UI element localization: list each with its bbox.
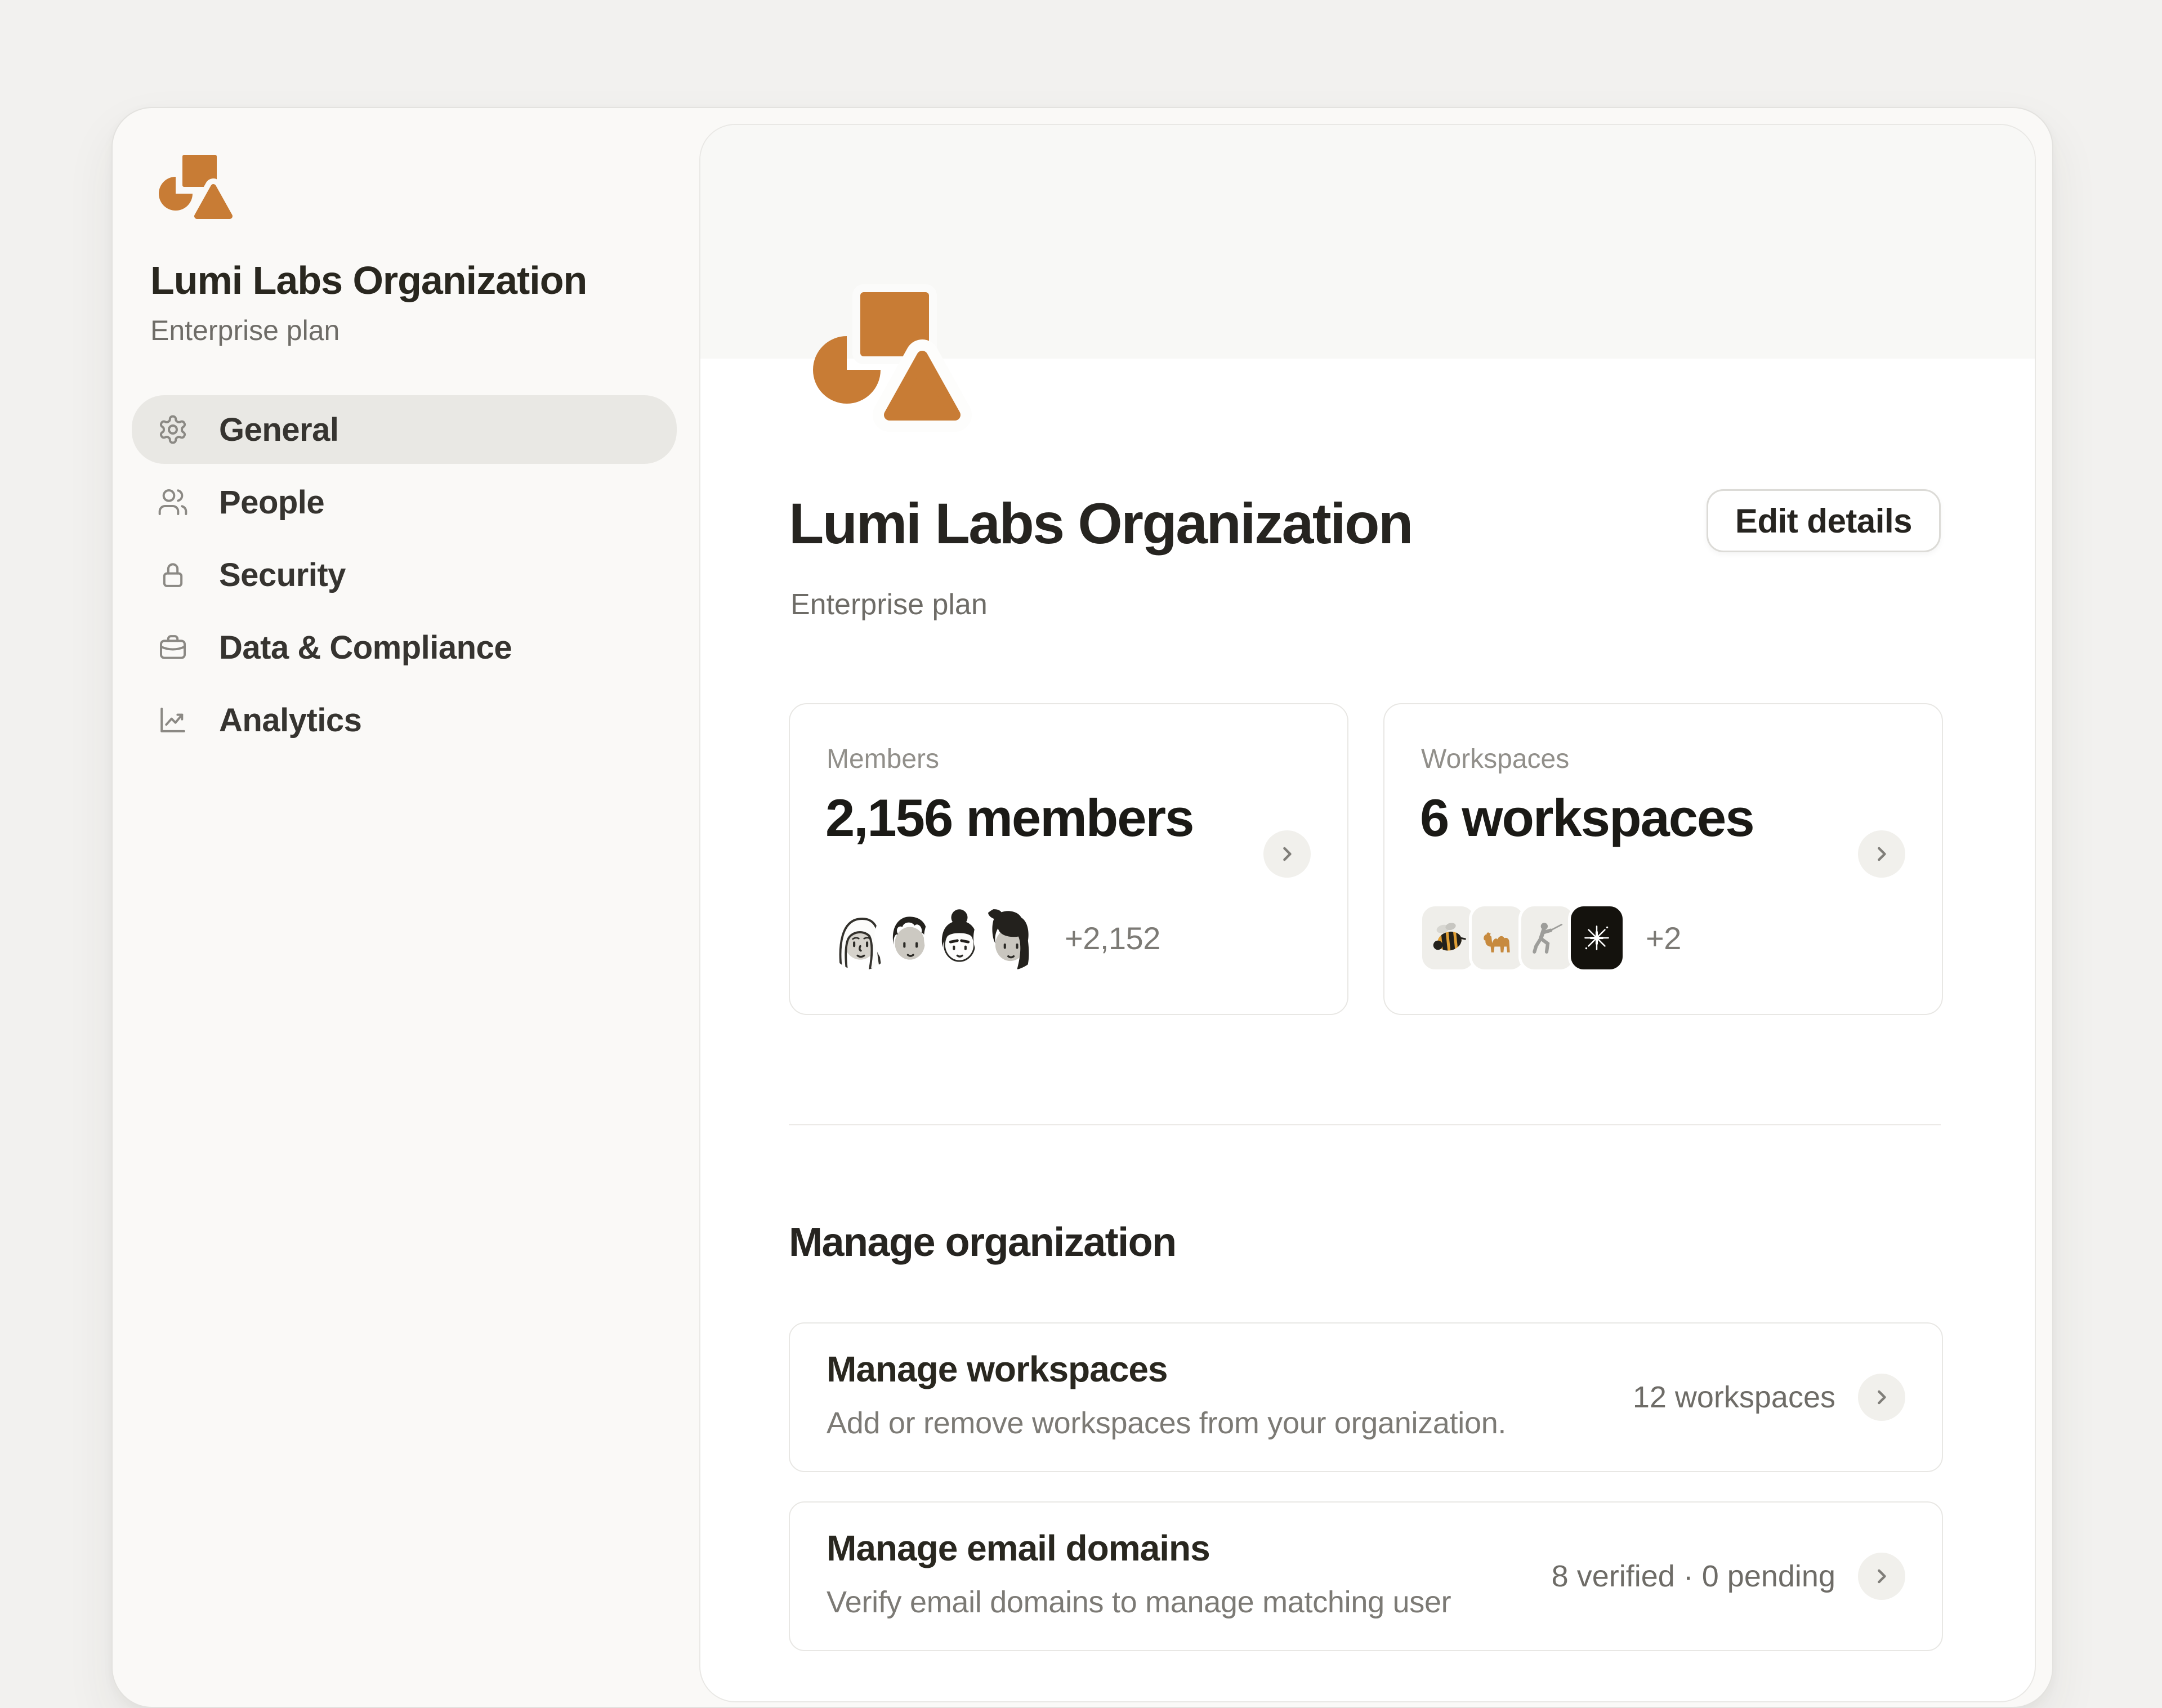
manage-workspaces-row[interactable]: Manage workspaces Add or remove workspac… <box>789 1322 1943 1472</box>
sidebar-item-label: Analytics <box>219 701 361 739</box>
chevron-right-icon <box>1869 1385 1894 1410</box>
section-divider <box>789 1124 1941 1125</box>
workspaces-value: 6 workspaces <box>1420 788 1754 848</box>
workspace-tile <box>1568 904 1625 972</box>
fencer-icon <box>1529 919 1566 956</box>
workspaces-label: Workspaces <box>1421 744 1569 775</box>
page-subtitle: Enterprise plan <box>790 588 988 622</box>
page-title: Lumi Labs Organization <box>789 491 1412 557</box>
members-more-count: +2,152 <box>1065 920 1160 956</box>
org-logo <box>159 155 234 219</box>
sidebar-item-label: Data & Compliance <box>219 629 512 667</box>
sidebar: Lumi Labs Organization Enterprise plan G… <box>113 108 699 1707</box>
members-value: 2,156 members <box>825 788 1193 848</box>
members-chevron-button[interactable] <box>1263 830 1311 878</box>
screen: { "org": { "name": "Lumi Labs Organizati… <box>0 0 2162 1621</box>
gear-icon <box>157 414 189 445</box>
workspace-tile-stack: +2 <box>1419 902 1681 973</box>
chevron-right-icon <box>1869 1564 1894 1589</box>
row-description: Add or remove workspaces from your organ… <box>827 1406 1506 1441</box>
section-heading: Manage organization <box>789 1219 1176 1266</box>
chevron-right-icon <box>1275 842 1299 866</box>
sidebar-item-data-compliance[interactable]: Data & Compliance <box>132 613 677 682</box>
sparkler-icon <box>1578 919 1615 956</box>
sidebar-item-general[interactable]: General <box>132 395 677 464</box>
workspaces-more-count: +2 <box>1646 920 1681 956</box>
workspace-tile <box>1469 904 1526 972</box>
line-chart-icon <box>157 704 189 736</box>
sidebar-item-people[interactable]: People <box>132 468 677 536</box>
manage-email-domains-row[interactable]: Manage email domains Verify email domain… <box>789 1501 1943 1651</box>
sidebar-item-label: People <box>219 484 324 521</box>
sidebar-item-analytics[interactable]: Analytics <box>132 686 677 754</box>
main-panel: Lumi Labs Organization Edit details Ente… <box>699 124 2036 1702</box>
row-meta: 12 workspaces <box>1633 1380 1835 1415</box>
row-title: Manage email domains <box>827 1527 1210 1569</box>
sidebar-item-label: General <box>219 411 339 449</box>
members-card[interactable]: Members 2,156 members <box>789 703 1348 1015</box>
workspace-tile <box>1419 904 1477 972</box>
members-label: Members <box>827 744 939 775</box>
workspaces-chevron-button[interactable] <box>1858 830 1905 878</box>
row-title: Manage workspaces <box>827 1348 1168 1390</box>
sidebar-item-security[interactable]: Security <box>132 540 677 609</box>
sidebar-org-name: Lumi Labs Organization <box>150 258 680 303</box>
manage-email-domains-chevron-button[interactable] <box>1858 1553 1905 1600</box>
camel-icon <box>1479 919 1516 956</box>
avatar <box>973 902 1044 973</box>
chevron-right-icon <box>1869 842 1894 866</box>
sidebar-org-plan: Enterprise plan <box>150 314 340 347</box>
org-logo-large <box>813 292 963 421</box>
row-meta: 8 verified · 0 pending <box>1552 1559 1835 1594</box>
sidebar-nav: General People Security <box>132 395 677 758</box>
members-avatar-stack: +2,152 <box>825 902 1160 973</box>
briefcase-icon <box>157 632 189 663</box>
manage-workspaces-chevron-button[interactable] <box>1858 1374 1905 1421</box>
lock-icon <box>157 559 189 591</box>
app-window: Lumi Labs Organization Enterprise plan G… <box>111 107 2053 1708</box>
row-description: Verify email domains to manage matching … <box>827 1585 1451 1620</box>
sidebar-item-label: Security <box>219 556 346 594</box>
edit-details-button[interactable]: Edit details <box>1707 489 1941 552</box>
users-icon <box>157 486 189 518</box>
workspaces-card[interactable]: Workspaces 6 workspaces <box>1383 703 1943 1015</box>
bee-icon <box>1430 919 1467 956</box>
workspace-tile <box>1518 904 1576 972</box>
